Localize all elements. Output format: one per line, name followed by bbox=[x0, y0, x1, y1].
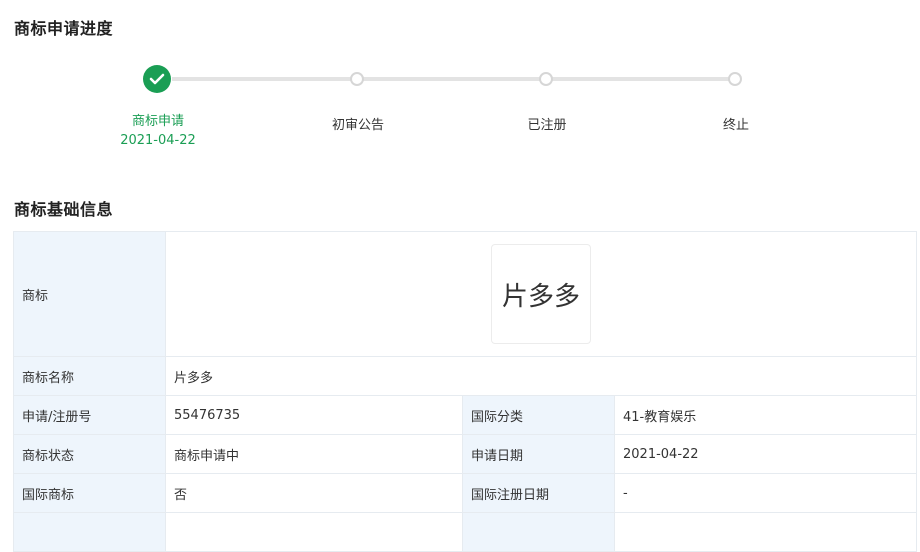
step-label: 终止 bbox=[722, 118, 749, 133]
progress-track bbox=[172, 77, 730, 81]
international-class-label: 国际分类 bbox=[462, 395, 615, 435]
info-section-title: 商标基础信息 bbox=[14, 200, 114, 219]
international-registration-date-label: 国际注册日期 bbox=[462, 473, 615, 513]
table-row bbox=[13, 512, 917, 552]
table-row: 申请/注册号 55476735 国际分类 41-教育娱乐 bbox=[13, 395, 917, 435]
table-cell bbox=[614, 512, 917, 552]
international-trademark-label: 国际商标 bbox=[13, 473, 166, 513]
step-date: 2021-04-22 bbox=[120, 133, 196, 148]
application-number-label: 申请/注册号 bbox=[13, 395, 166, 435]
progress-section-title: 商标申请进度 bbox=[14, 19, 114, 38]
international-class-value: 41-教育娱乐 bbox=[614, 395, 917, 435]
application-date-value: 2021-04-22 bbox=[614, 434, 917, 474]
table-cell bbox=[13, 512, 166, 552]
step-pending-dot bbox=[539, 72, 553, 86]
trademark-status-label: 商标状态 bbox=[13, 434, 166, 474]
step-label: 商标申请 bbox=[131, 114, 184, 129]
application-date-label: 申请日期 bbox=[462, 434, 615, 474]
trademark-name-label: 商标名称 bbox=[13, 356, 166, 396]
step-label: 已注册 bbox=[527, 118, 567, 133]
table-row: 商标 片多多 bbox=[13, 231, 917, 357]
check-circle-icon bbox=[143, 65, 171, 93]
trademark-name-value: 片多多 bbox=[165, 356, 917, 396]
international-registration-date-value: - bbox=[614, 473, 917, 513]
table-row: 国际商标 否 国际注册日期 - bbox=[13, 473, 917, 513]
progress-stepper: 商标申请 2021-04-22 初审公告 已注册 终止 bbox=[0, 60, 920, 160]
application-number-value: 55476735 bbox=[165, 395, 463, 435]
table-cell bbox=[462, 512, 615, 552]
international-trademark-value: 否 bbox=[165, 473, 463, 513]
step-pending-dot bbox=[350, 72, 364, 86]
trademark-label: 商标 bbox=[13, 231, 166, 357]
table-row: 商标名称 片多多 bbox=[13, 356, 917, 396]
table-cell bbox=[165, 512, 463, 552]
trademark-image-cell: 片多多 bbox=[165, 231, 917, 357]
table-row: 商标状态 商标申请中 申请日期 2021-04-22 bbox=[13, 434, 917, 474]
step-label: 初审公告 bbox=[331, 118, 384, 133]
trademark-status-value: 商标申请中 bbox=[165, 434, 463, 474]
trademark-image[interactable]: 片多多 bbox=[491, 244, 591, 344]
step-pending-dot bbox=[728, 72, 742, 86]
trademark-info-table: 商标 片多多 商标名称 片多多 申请/注册号 55476735 国际分类 41-… bbox=[13, 231, 917, 552]
